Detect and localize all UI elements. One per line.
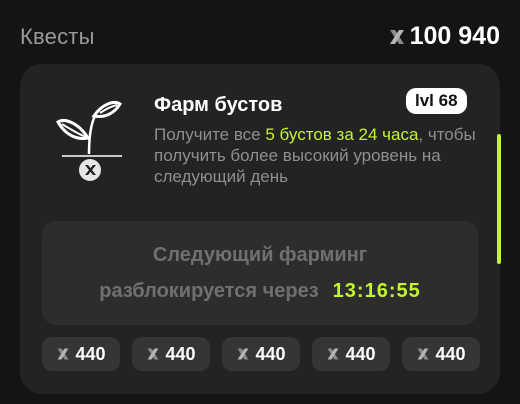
reward-amount: 440 — [435, 343, 466, 364]
x-coin-icon — [56, 347, 70, 361]
timer-panel: Следующий фарминг разблокируется через 1… — [42, 221, 478, 325]
reward-chip: 440 — [42, 337, 120, 371]
countdown-timer: 13:16:55 — [332, 280, 421, 302]
quest-description: Получите все 5 бустов за 24 часа, чтобы … — [154, 124, 500, 187]
reward-amount: 440 — [165, 343, 196, 364]
quest-card: Фарм бустов lvl 68 Получите все 5 бустов… — [20, 64, 501, 394]
x-coin-icon — [416, 347, 430, 361]
reward-amount: 440 — [75, 343, 106, 364]
reward-amount: 440 — [255, 343, 286, 364]
sprout-icon — [56, 94, 128, 182]
quest-desc-highlight: 5 бустов за 24 часа — [265, 125, 419, 144]
x-coin-icon — [146, 347, 160, 361]
reward-amount: 440 — [345, 343, 376, 364]
scrollbar[interactable] — [497, 134, 501, 264]
balance-amount: 100 940 — [409, 22, 500, 50]
timer-line1: Следующий фарминг — [152, 244, 368, 266]
x-coin-icon — [326, 347, 340, 361]
timer-line2: разблокируется через — [99, 280, 319, 302]
balance: 100 940 — [388, 22, 500, 51]
reward-chip: 440 — [132, 337, 210, 371]
reward-chip: 440 — [312, 337, 390, 371]
level-badge: lvl 68 — [406, 88, 467, 114]
page-title: Квесты — [20, 24, 95, 49]
rewards-row: 440 440 440 440 440 — [42, 337, 480, 371]
x-coin-icon — [388, 28, 406, 46]
reward-chip: 440 — [402, 337, 480, 371]
x-coin-icon — [236, 347, 250, 361]
quest-desc-prefix: Получите все — [154, 125, 266, 144]
quest-title: Фарм бустов — [154, 94, 283, 116]
reward-chip: 440 — [222, 337, 300, 371]
